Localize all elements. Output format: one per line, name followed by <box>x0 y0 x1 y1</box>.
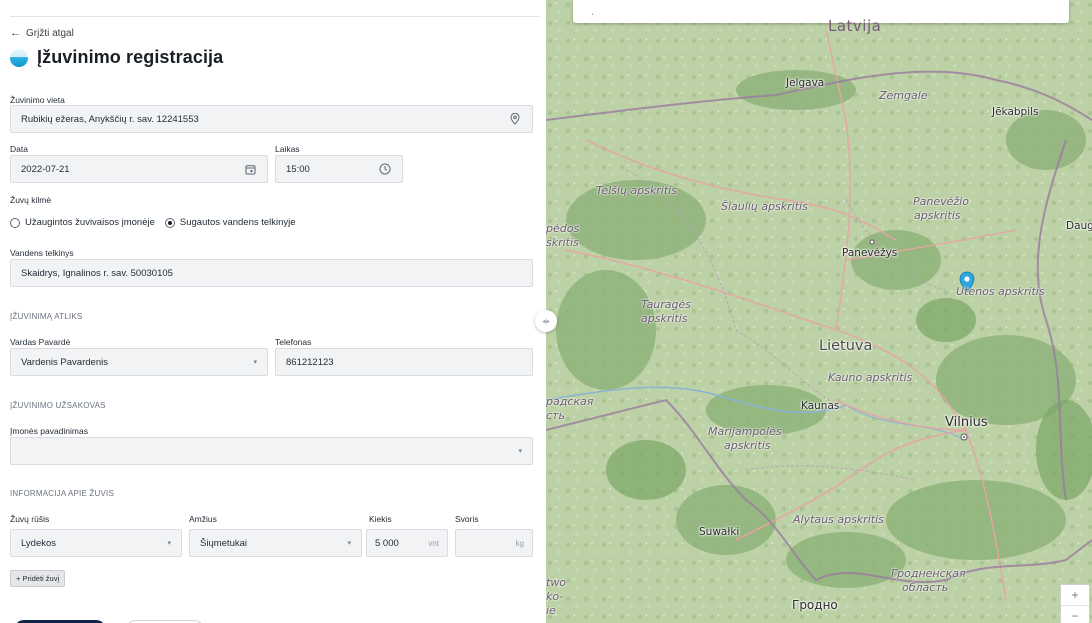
map-label-kauno: Kauno apskritis <box>828 371 913 384</box>
map-label-siauliu: Šiaulių apskritis <box>721 200 808 213</box>
age-label: Amžius <box>189 514 217 524</box>
water-drop-logo-icon <box>10 48 28 67</box>
radio-checked-icon[interactable] <box>164 217 175 228</box>
map-label-pedos-2: skritis <box>546 236 579 249</box>
company-label: Įmonės pavadinimas <box>10 426 88 436</box>
back-link-label: Grįžti atgal <box>26 28 74 39</box>
search-cursor-icon: ˌ <box>591 5 594 15</box>
map-label-panevezio-2: apskritis <box>914 209 961 222</box>
location-value: Rubikių ežeras, Anykščių r. sav. 1224155… <box>21 113 199 125</box>
map-label-lietuva: Lietuva <box>819 338 873 354</box>
client-section-title: ĮŽUVINIMO UŽSAKOVAS <box>10 401 106 410</box>
species-value: Lydekos <box>21 537 57 549</box>
map-label-grodno: Гродно <box>792 598 838 612</box>
map-zoom-control: + − <box>1060 584 1090 623</box>
map-pin-icon[interactable] <box>508 112 522 126</box>
map-label-two-1: two <box>546 576 567 589</box>
back-link[interactable]: ← Grįžti atgal <box>10 27 74 40</box>
performer-name-select[interactable]: Vardenis Pavardenis ▾ <box>10 348 268 376</box>
map-label-dau: Daug <box>1066 220 1092 232</box>
map-label-jelgava: Jelgava <box>786 77 825 89</box>
map-label-marijampoles-1: Marijampolės <box>708 425 782 438</box>
map-label-kaliningrad-2: сть <box>546 409 565 422</box>
zoom-out-button[interactable]: − <box>1061 605 1089 623</box>
date-value: 2022-07-21 <box>21 163 70 175</box>
arrow-left-icon: ← <box>10 27 21 39</box>
quantity-unit: vnt <box>428 538 439 548</box>
map-search-box[interactable]: ˌ <box>573 0 1069 23</box>
map-label-suwalki: Suwałki <box>699 526 740 538</box>
phone-value: 861212123 <box>286 356 334 368</box>
map-label-pedos-1: pėdos <box>546 222 580 235</box>
time-label: Laikas <box>275 144 300 154</box>
weight-unit: kg <box>515 538 524 548</box>
map-tiles <box>546 0 1092 623</box>
age-select[interactable]: Šiųmetukai ▾ <box>189 529 362 557</box>
location-label: Žuvinimo vieta <box>10 95 65 105</box>
map-label-latvija: Latvija <box>828 17 882 35</box>
performer-name-value: Vardenis Pavardenis <box>21 356 108 368</box>
map-label-taurages-1: Tauragės <box>641 298 692 311</box>
origin-option-farm[interactable]: Užaugintos žuvivaisos įmonėje <box>10 217 155 228</box>
map-label-grodno-obl-2: область <box>902 581 949 594</box>
water-body-input[interactable]: Skaidrys, Ignalinos r. sav. 50030105 <box>10 259 533 287</box>
clock-icon[interactable] <box>378 162 392 176</box>
quantity-value: 5 000 <box>375 537 399 549</box>
origin-label: Žuvų kilmė <box>10 195 52 205</box>
location-input[interactable]: Rubikių ežeras, Anykščių r. sav. 1224155… <box>10 105 533 133</box>
caret-down-icon: ▾ <box>253 359 257 366</box>
map-label-kaliningrad-1: радская <box>546 395 594 408</box>
registration-form-panel: ← Grįžti atgal Įžuvinimo registracija Žu… <box>0 0 546 623</box>
origin-radio-group: Užaugintos žuvivaisos įmonėje Sugautos v… <box>10 217 296 228</box>
water-body-label: Vandens telkinys <box>10 248 74 258</box>
age-value: Šiųmetukai <box>200 537 247 549</box>
caret-down-icon: ▾ <box>347 540 351 547</box>
quantity-input[interactable]: 5 000 vnt <box>366 529 448 557</box>
company-select[interactable]: ▾ <box>10 437 533 465</box>
caret-down-icon: ▾ <box>518 448 522 455</box>
map-label-kaunas: Kaunas <box>801 400 840 412</box>
weight-input[interactable]: kg <box>455 529 533 557</box>
top-divider <box>10 16 540 17</box>
map-label-panevezys: Panevėžys <box>842 247 898 259</box>
map-label-grodno-obl-1: Гродненская <box>891 567 966 580</box>
calendar-icon[interactable] <box>243 162 257 176</box>
phone-input[interactable]: 861212123 <box>275 348 533 376</box>
map-label-alytaus: Alytaus apskritis <box>793 513 884 526</box>
fish-section-title: INFORMACIJA APIE ŽUVIS <box>10 489 114 498</box>
map-label-two-2: ko- <box>546 590 564 603</box>
date-input[interactable]: 2022-07-21 <box>10 155 268 183</box>
drag-handle-icon[interactable]: ◂|▸ <box>535 310 557 332</box>
map-label-taurages-2: apskritis <box>641 312 688 325</box>
time-input[interactable]: 15:00 <box>275 155 403 183</box>
add-fish-button[interactable]: + Pridėti žuvį <box>10 570 66 587</box>
map-label-telsiu: Telšių apskritis <box>596 184 677 197</box>
origin-option-caught[interactable]: Sugautos vandens telkinyje <box>164 217 296 228</box>
map-label-marijampoles-2: apskritis <box>724 439 771 452</box>
caret-down-icon: ▾ <box>167 540 171 547</box>
map-label-zemgale: Zemgale <box>879 89 928 102</box>
origin-option-farm-label: Užaugintos žuvivaisos įmonėje <box>25 217 155 228</box>
performer-section-title: ĮŽUVINIMĄ ATLIKS <box>10 312 83 321</box>
map-label-utenos: Utenos apskritis <box>956 285 1045 298</box>
page-header: Įžuvinimo registracija <box>10 47 223 68</box>
time-value: 15:00 <box>286 163 310 175</box>
water-body-value: Skaidrys, Ignalinos r. sav. 50030105 <box>21 267 173 279</box>
weight-label: Svoris <box>455 514 479 524</box>
map-label-jekabpils: Jēkabpils <box>992 106 1039 118</box>
radio-unchecked-icon[interactable] <box>10 217 20 228</box>
date-label: Data <box>10 144 28 154</box>
performer-name-label: Vardas Pavardė <box>10 337 71 347</box>
map-label-vilnius: Vilnius <box>945 415 988 430</box>
map-label-panevezio-1: Panevėžio <box>913 195 969 208</box>
quantity-label: Kiekis <box>369 514 392 524</box>
page-title: Įžuvinimo registracija <box>37 47 224 67</box>
origin-option-caught-label: Sugautos vandens telkinyje <box>179 217 296 228</box>
map-view[interactable]: ˌ Latvija Jelgava Zemgale Jēkabpils Telš… <box>546 0 1092 623</box>
species-label: Žuvų rūšis <box>10 514 50 524</box>
phone-label: Telefonas <box>275 337 312 347</box>
map-label-two-3: ie <box>546 604 556 617</box>
zoom-in-button[interactable]: + <box>1061 585 1089 605</box>
species-select[interactable]: Lydekos ▾ <box>10 529 182 557</box>
